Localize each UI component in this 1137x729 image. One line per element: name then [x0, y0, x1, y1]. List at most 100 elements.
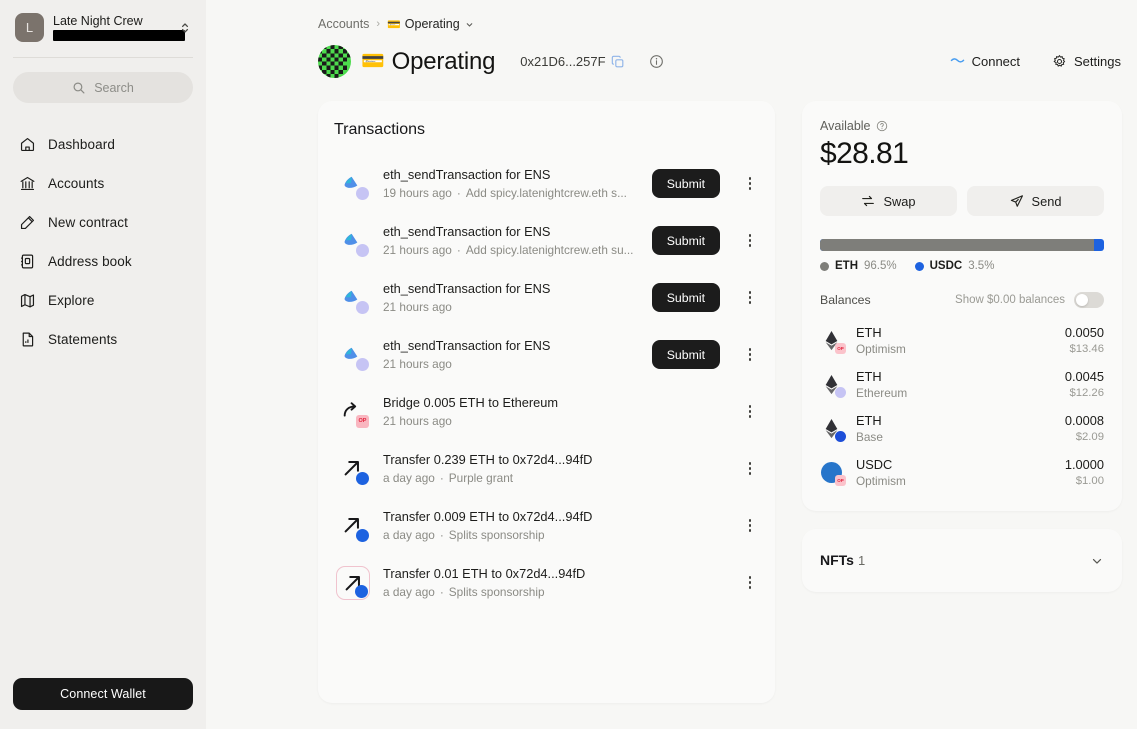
transaction-meta: 21 hours ago: [383, 300, 639, 315]
transaction-body: eth_sendTransaction for ENS 21 hours ago: [383, 280, 639, 315]
balances-header: Balances Show $0.00 balances: [820, 292, 1104, 308]
search-input[interactable]: Search: [13, 72, 193, 103]
available-label: Available: [820, 119, 871, 133]
row-menu-button[interactable]: [739, 570, 761, 596]
transaction-note: Splits sponsorship: [448, 528, 545, 542]
transaction-row[interactable]: Transfer 0.01 ETH to 0x72d4...94fD a day …: [318, 554, 775, 611]
balance-row[interactable]: ETH Base 0.0008 $2.09: [820, 407, 1104, 451]
transaction-time: a day ago: [383, 585, 435, 599]
available-row: Available: [820, 119, 1104, 133]
nfts-label: NFTs: [820, 551, 854, 568]
dot: [748, 182, 752, 185]
sidebar-item-explore[interactable]: Explore: [0, 281, 206, 320]
account-switcher-text: Late Night Crew: [53, 14, 185, 41]
row-menu-button[interactable]: [739, 228, 761, 254]
search-placeholder: Search: [94, 80, 134, 95]
balance-values: 0.0008 $2.09: [1065, 413, 1104, 445]
balance-info: ETH Base: [856, 413, 1054, 445]
submit-button[interactable]: Submit: [651, 340, 720, 369]
transaction-icon: [336, 452, 370, 486]
connect-button[interactable]: Connect: [948, 50, 1022, 73]
account-switcher[interactable]: L Late Night Crew: [13, 11, 193, 44]
transaction-row[interactable]: eth_sendTransaction for ENS 21 hours ago S…: [318, 326, 775, 383]
pencil-square-icon: [20, 215, 35, 230]
row-menu-button[interactable]: [739, 513, 761, 539]
legend-name: ETH: [835, 260, 858, 272]
copy-icon: [611, 55, 623, 67]
transaction-body: eth_sendTransaction for ENS 19 hours ago ·…: [383, 166, 639, 201]
transaction-icon: [336, 224, 370, 258]
balance-panel: Available $28.81 Swap Send ETH 96.5% USD…: [802, 101, 1122, 511]
sidebar-item-accounts[interactable]: Accounts: [0, 164, 206, 203]
legend-color-dot: [820, 261, 829, 271]
home-icon: [20, 137, 35, 152]
row-menu-button[interactable]: [739, 399, 761, 425]
token-amount: 0.0008: [1064, 413, 1104, 428]
question-circle-icon[interactable]: [876, 120, 888, 132]
token-symbol: ETH: [856, 325, 882, 340]
dot: [748, 296, 752, 299]
chevron-down-icon[interactable]: [1090, 554, 1104, 568]
transaction-row[interactable]: eth_sendTransaction for ENS 19 hours ago ·…: [318, 155, 775, 212]
swap-button[interactable]: Swap: [820, 186, 957, 216]
balance-row[interactable]: OP ETH Optimism 0.0050 $13.46: [820, 319, 1104, 363]
transaction-row[interactable]: eth_sendTransaction for ENS 21 hours ago ·…: [318, 212, 775, 269]
sidebar-item-label: New contract: [48, 215, 128, 230]
submit-button[interactable]: Submit: [651, 226, 720, 255]
chevron-updown-icon[interactable]: [179, 20, 191, 36]
send-button[interactable]: Send: [967, 186, 1104, 216]
transaction-icon: OP: [336, 395, 370, 429]
breadcrumb-current-label: Operating: [404, 17, 460, 31]
swap-arrows-icon: [862, 195, 875, 207]
submit-button[interactable]: Submit: [651, 169, 720, 198]
paper-plane-icon: [1010, 195, 1023, 207]
balances-label: Balances: [820, 293, 871, 307]
chain-badge-op: OP: [356, 414, 369, 428]
sidebar-item-new-contract[interactable]: New contract: [0, 203, 206, 242]
show-zero-toggle[interactable]: [1074, 292, 1104, 308]
balance-row[interactable]: OP USDC Optimism 1.0000 $1.00: [820, 451, 1104, 495]
transaction-row[interactable]: Transfer 0.009 ETH to 0x72d4...94fD a day…: [318, 497, 775, 554]
send-label: Send: [1031, 193, 1062, 209]
token-symbol: USDC: [856, 457, 893, 472]
token-chain: Base: [856, 430, 883, 444]
balance-info: ETH Ethereum: [856, 369, 1054, 401]
sidebar-item-dashboard[interactable]: Dashboard: [0, 125, 206, 164]
token-usd-value: $1.00: [1075, 475, 1104, 487]
copy-address-button[interactable]: 0x21D6...257F: [520, 54, 624, 69]
address-book-icon: [21, 254, 34, 269]
transaction-row[interactable]: Transfer 0.239 ETH to 0x72d4...94fD a day…: [318, 440, 775, 497]
submit-button[interactable]: Submit: [651, 283, 720, 312]
sidebar-nav: Dashboard Accounts New contract Address …: [0, 125, 206, 359]
balance-info: USDC Optimism: [856, 457, 1054, 489]
balance-row[interactable]: ETH Ethereum 0.0045 $12.26: [820, 363, 1104, 407]
sidebar-item-address-book[interactable]: Address book: [0, 242, 206, 281]
sidebar-item-label: Dashboard: [48, 137, 115, 152]
sidebar-item-statements[interactable]: Statements: [0, 320, 206, 359]
available-amount: $28.81: [820, 137, 909, 170]
row-menu-button[interactable]: [739, 342, 761, 368]
account-switcher-name: Late Night Crew: [53, 14, 143, 28]
transaction-row[interactable]: OP Bridge 0.005 ETH to Ethereum 21 hours a…: [318, 383, 775, 440]
settings-button[interactable]: Settings: [1050, 50, 1123, 73]
dot: [748, 524, 752, 527]
row-menu-button[interactable]: [739, 285, 761, 311]
breadcrumb-accounts[interactable]: Accounts: [318, 17, 369, 31]
transaction-row[interactable]: eth_sendTransaction for ENS 21 hours ago S…: [318, 269, 775, 326]
dot: [748, 586, 752, 589]
chain-badge-blue: [355, 584, 368, 598]
chain-badge-op: OP: [835, 342, 846, 354]
breadcrumb-current[interactable]: 💳 Operating: [387, 17, 474, 31]
chain-badge-op: OP: [835, 474, 846, 486]
dot: [748, 410, 752, 413]
page-title: Operating: [391, 47, 496, 75]
account-emoji: 💳: [361, 51, 385, 72]
connect-wallet-button[interactable]: Connect Wallet: [13, 678, 193, 710]
connect-label: Connect: [971, 54, 1021, 69]
row-menu-button[interactable]: [739, 456, 761, 482]
row-menu-button[interactable]: [739, 171, 761, 197]
action-buttons: Swap Send: [820, 186, 1104, 216]
info-circle-icon[interactable]: [649, 54, 664, 69]
nfts-section[interactable]: NFTs 1: [802, 529, 1122, 592]
